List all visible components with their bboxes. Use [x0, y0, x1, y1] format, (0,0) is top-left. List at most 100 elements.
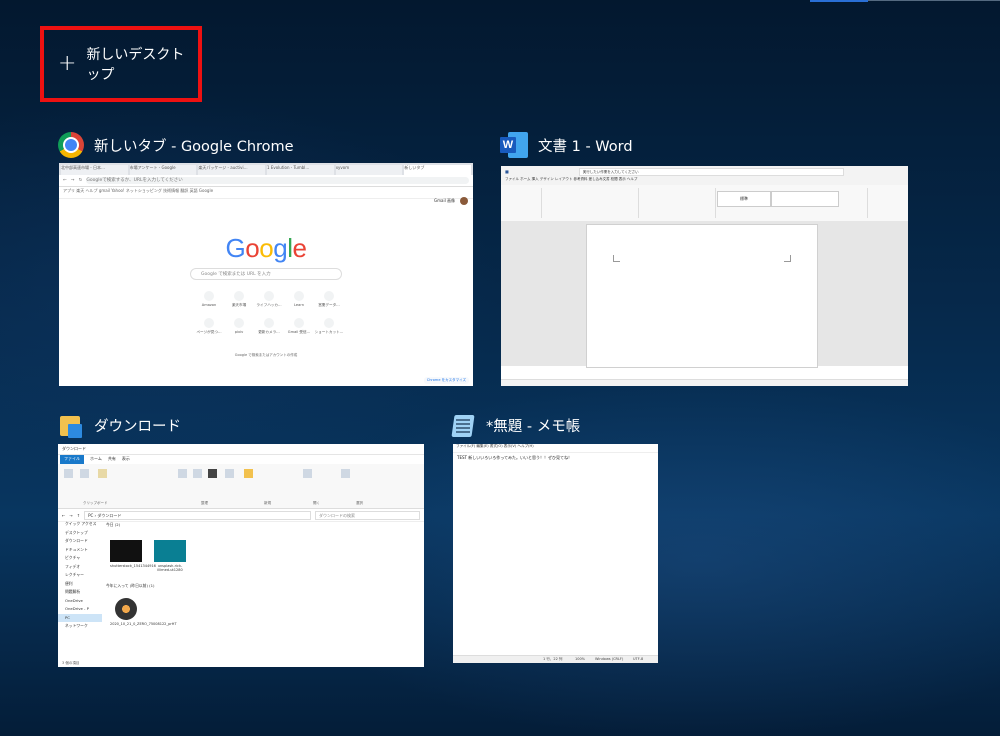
notepad-icon	[450, 412, 476, 438]
nav-item: フィデオ	[65, 563, 81, 569]
nav-item-selected: PC	[58, 613, 102, 622]
explorer-nav-pane: クイック アクセス デスクトップ ダウンロード ドキュメント ピクチャ フィデオ…	[58, 520, 102, 658]
move-icon	[178, 469, 187, 478]
nav-item: OneDrive	[65, 597, 83, 603]
window-explorer[interactable]: ダウンロード ダウンロード ファイル ホーム 共有 表示 クリップボード 整理 …	[58, 411, 426, 669]
window-title: *無題 - メモ帳	[486, 418, 581, 435]
window-header[interactable]: W 文書 1 - Word	[500, 131, 910, 159]
ribbon-group-label: 新規	[264, 501, 271, 505]
folder-download-icon	[58, 412, 84, 438]
ribbon-group-label: 整理	[201, 501, 208, 505]
delete-icon	[208, 469, 217, 478]
style-box: 標準	[717, 191, 771, 207]
window-header[interactable]: ダウンロード	[58, 411, 426, 439]
notepad-status-bar: 1 行、22 列 100% Windows (CRLF) UTF-8	[453, 655, 658, 663]
google-top-links: Gmail 画像	[434, 198, 455, 203]
window-notepad[interactable]: *無題 - メモ帳 ファイル(F) 編集(E) 書式(O) 表示(V) ヘルプ(…	[450, 411, 660, 664]
google-logo: Google	[59, 233, 473, 264]
shortcut-tile: 営業データ…	[314, 291, 344, 308]
autosave-icon: ■	[505, 169, 509, 174]
notepad-text: TEST 新しいいろいろ作ってみた。いいと思う！！ぜひ見てね！	[457, 455, 573, 460]
new-folder-icon	[244, 469, 253, 478]
chrome-tab: 北中部高速市場 - 日本…	[61, 165, 128, 175]
shortcut-tile: ページが見つ…	[194, 318, 224, 335]
window-thumbnail[interactable]: ファイル(F) 編集(E) 書式(O) 表示(V) ヘルプ(H) TEST 新し…	[453, 444, 658, 663]
paste-icon	[98, 469, 107, 478]
bookmarks-bar: アプリ 楽天 ヘルプ gmail Yahoo! ネットショッピング 技術情報 翻…	[59, 187, 473, 199]
chrome-tab-active: 新しいタブ	[404, 165, 472, 175]
zoom-level: 100%	[575, 657, 586, 661]
shortcut-tile: Gmail 受信…	[284, 318, 314, 335]
window-thumbnail[interactable]: 北中部高速市場 - 日本… 市場アンケート - Google 楽天パッケージ -…	[59, 163, 473, 386]
nav-item: ピクチャ	[65, 555, 81, 560]
file-item: shutterstock_1541344916	[110, 540, 156, 568]
address-box: Googleで検索するか、URLを入力してください	[86, 177, 469, 184]
shortcut-tile: 楽天市場	[224, 291, 254, 308]
copy-to-icon	[193, 469, 202, 478]
customize-chrome-button: Chrome をカスタマイズ	[423, 377, 469, 384]
margin-mark	[613, 255, 620, 262]
new-desktop-button[interactable]: + 新しいデスクトップ	[40, 26, 202, 102]
nav-item: ドキュメント	[65, 546, 88, 552]
window-word[interactable]: W 文書 1 - Word ■ 実行したい作業を入力してください ファイル ホー…	[500, 131, 910, 388]
style-gallery	[771, 191, 839, 207]
file-item: unsplash-rick-illimed-ut1280	[154, 540, 186, 572]
ribbon-group-label: 選択	[356, 501, 363, 505]
file-item: 2020_10_21_0_ZERO_75008122_prHT	[110, 598, 177, 626]
back-icon: ←	[63, 178, 67, 183]
editing-group	[839, 188, 868, 218]
nav-item: クイック アクセス	[65, 521, 97, 526]
notepad-menu-bar: ファイル(F) 編集(E) 書式(O) 表示(V) ヘルプ(H)	[453, 444, 658, 453]
window-header[interactable]: 新しいタブ - Google Chrome	[58, 131, 474, 159]
explorer-ribbon-tabs: ファイル ホーム 共有 表示	[58, 455, 424, 464]
window-thumbnail[interactable]: ダウンロード ファイル ホーム 共有 表示 クリップボード 整理 新規 開く 選…	[58, 444, 424, 667]
font-group	[543, 188, 639, 218]
margin-mark	[784, 255, 791, 262]
shortcut-tile: Learn	[284, 291, 314, 308]
nav-item: 問題解析	[65, 589, 81, 594]
shortcut-tile: ショートカット…	[314, 318, 344, 335]
logo-letter: G	[225, 233, 246, 263]
explorer-title-bar: ダウンロード	[58, 444, 424, 455]
chrome-icon	[58, 132, 84, 158]
chrome-address-bar: ← → ↻ Googleで検索するか、URLを入力してください	[59, 175, 473, 187]
tab-home: ホーム	[90, 456, 102, 461]
window-chrome[interactable]: 新しいタブ - Google Chrome 北中部高速市場 - 日本… 市場アン…	[58, 131, 474, 388]
encoding: UTF-8	[633, 657, 644, 661]
shortcut-tile: 更新カメラ…	[254, 318, 284, 335]
word-title-bar: ■ 実行したい作業を入力してください	[501, 166, 908, 177]
up-icon: ↑	[76, 512, 81, 518]
nav-item: OneDrive - P	[65, 606, 89, 611]
chrome-tab: 市場アンケート - Google	[129, 165, 197, 175]
select-all-icon	[341, 469, 350, 478]
window-thumbnail[interactable]: ■ 実行したい作業を入力してください ファイル ホーム 挿入 デザイン レイアウ…	[501, 166, 908, 386]
shortcut-tile: ライフハッカ…	[254, 291, 284, 308]
window-header[interactable]: *無題 - メモ帳	[450, 411, 660, 439]
cursor-position: 1 行、22 列	[543, 657, 563, 661]
google-footer-link: Google で検索またはアカウントの作成	[234, 353, 298, 357]
nav-item: 便利	[65, 580, 73, 586]
explorer-title-text: ダウンロード	[62, 446, 86, 451]
clipboard-group	[503, 188, 542, 218]
window-title: 文書 1 - Word	[538, 138, 633, 155]
chrome-tab: xyvom	[335, 165, 403, 175]
shortcut-grid: Amazon 楽天市場 ライフハッカ… Learn 営業データ… ページが見つ……	[194, 291, 344, 335]
explorer-ribbon: クリップボード 整理 新規 開く 選択	[58, 464, 424, 509]
shortcut-tile: Amazon	[194, 291, 224, 308]
paragraph-group	[640, 188, 716, 218]
nav-item: デスクトップ	[65, 529, 88, 535]
rename-icon	[225, 469, 234, 478]
copy-icon	[80, 469, 89, 478]
word-search-box: 実行したい作業を入力してください	[578, 167, 844, 176]
window-title: 新しいタブ - Google Chrome	[94, 138, 294, 155]
logo-letter: g	[273, 233, 288, 263]
explorer-content: 今日 (2) shutterstock_1541344916 unsplash-…	[104, 520, 424, 660]
ribbon-group-label: クリップボード	[83, 501, 108, 505]
tab-view: 表示	[121, 456, 130, 461]
forward-icon: →	[70, 178, 75, 183]
word-icon: W	[500, 132, 528, 158]
group-header: 今日 (2)	[106, 522, 121, 527]
plus-icon: +	[58, 51, 77, 76]
reload-icon: ↻	[78, 178, 83, 183]
new-desktop-label: 新しいデスクトップ	[86, 47, 185, 83]
